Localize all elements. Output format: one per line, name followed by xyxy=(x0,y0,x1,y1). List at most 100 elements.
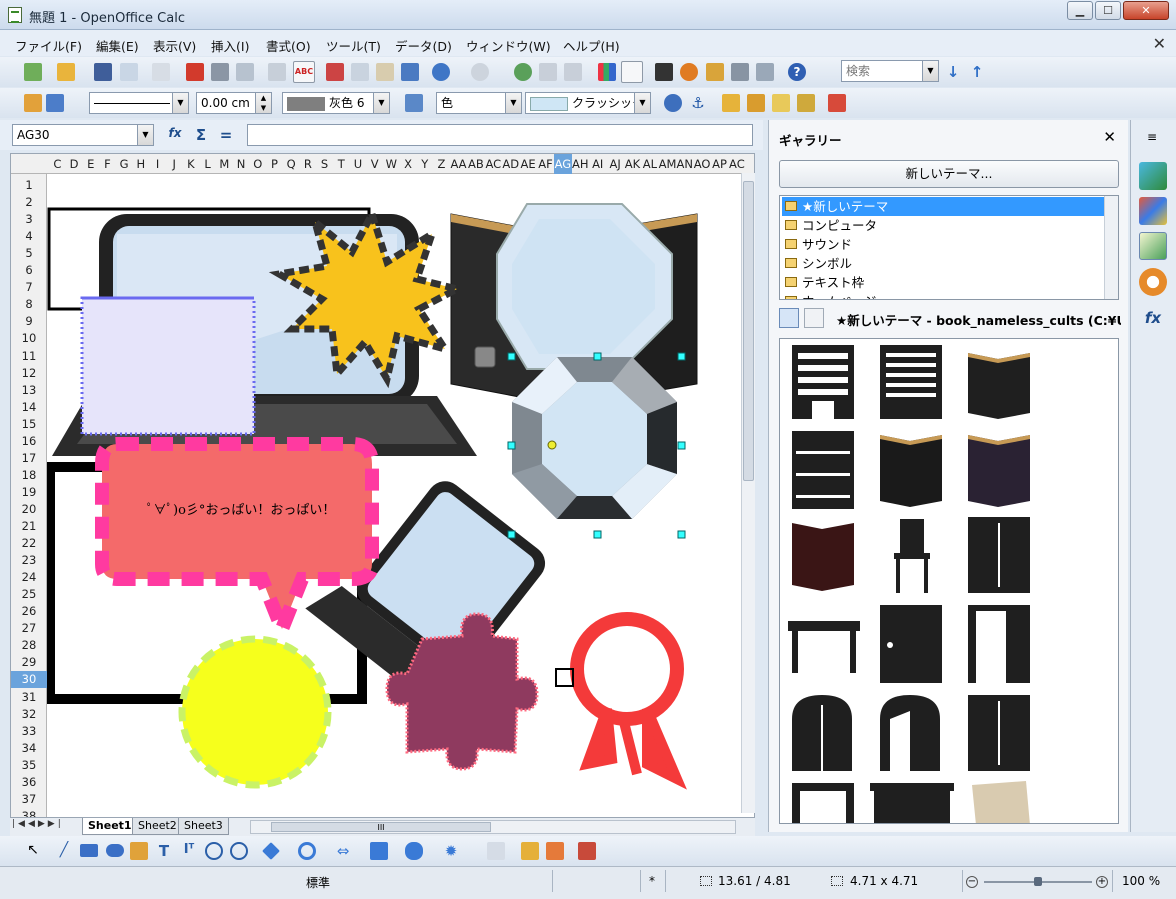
menu-help[interactable]: ヘルプ(H) xyxy=(563,36,620,55)
row-header-cell[interactable]: 38 xyxy=(11,808,47,817)
flowchart-icon[interactable] xyxy=(370,842,388,860)
column-header-cell[interactable]: P xyxy=(266,157,283,171)
area-fill-dropdown-icon[interactable]: ▼ xyxy=(634,93,650,113)
column-header-cell[interactable]: AC xyxy=(485,157,502,171)
drawing-canvas[interactable]: ﾟ∀ﾟ)o彡°おっぱい！おっぱい！ xyxy=(47,174,742,817)
zoom-slider-thumb[interactable] xyxy=(1034,877,1042,886)
copy-icon[interactable] xyxy=(351,63,369,81)
zoom-out-icon[interactable]: − xyxy=(966,876,978,888)
row-header-cell[interactable]: 11 xyxy=(11,348,47,365)
yellow-circle[interactable] xyxy=(178,635,332,789)
styles-icon[interactable] xyxy=(1139,197,1167,225)
menu-data[interactable]: データ(D) xyxy=(395,36,452,55)
gallery-icon[interactable] xyxy=(706,63,724,81)
search-input[interactable]: 検索 ▼ xyxy=(841,60,939,82)
icon-view-icon[interactable] xyxy=(779,308,799,328)
tab-sheet1[interactable]: Sheet1 xyxy=(82,818,138,835)
alignment-icon[interactable] xyxy=(828,94,846,112)
row-header-cell[interactable]: 17 xyxy=(11,450,47,467)
menu-tools[interactable]: ツール(T) xyxy=(326,36,381,55)
horizontal-scrollbar[interactable]: III xyxy=(250,820,736,834)
find-replace-icon[interactable] xyxy=(655,63,673,81)
menu-format[interactable]: 書式(O) xyxy=(266,36,311,55)
theme-list-item[interactable]: コンピュータ xyxy=(782,216,1104,235)
row-header-cell[interactable]: 16 xyxy=(11,433,47,450)
column-header-cell[interactable]: C xyxy=(49,157,66,171)
arrow-style-icon[interactable] xyxy=(46,94,64,112)
row-header-cell[interactable]: 12 xyxy=(11,365,47,382)
formula-input[interactable] xyxy=(247,124,753,146)
line-color-dropdown-icon[interactable]: ▼ xyxy=(373,93,389,113)
row-header-cell[interactable]: 36 xyxy=(11,774,47,791)
menu-view[interactable]: 表示(V) xyxy=(153,36,196,55)
name-box-dropdown-icon[interactable]: ▼ xyxy=(137,125,153,145)
close-document-icon[interactable]: ✕ xyxy=(1153,34,1166,53)
tab-sheet3[interactable]: Sheet3 xyxy=(178,818,229,835)
row-header-cell[interactable]: 29 xyxy=(11,654,47,671)
basic-shapes-icon[interactable] xyxy=(262,842,280,860)
email-icon[interactable] xyxy=(120,63,138,81)
column-header-cell[interactable]: AI xyxy=(589,157,606,171)
theme-list-item[interactable]: サウンド xyxy=(782,235,1104,254)
send-to-back-icon[interactable] xyxy=(747,94,765,112)
theme-list[interactable]: ★新しいテーマコンピュータサウンドシンボルテキスト枠ホームページ xyxy=(779,195,1119,300)
row-header-cell[interactable]: 23 xyxy=(11,552,47,569)
row-header-cell[interactable]: 10 xyxy=(11,330,47,347)
new-document-icon[interactable] xyxy=(24,63,42,81)
ribbon-seal[interactable] xyxy=(570,612,687,790)
row-header-cell[interactable]: 33 xyxy=(11,723,47,740)
row-header-cell[interactable]: 3 xyxy=(11,211,47,228)
detail-view-icon[interactable] xyxy=(804,308,824,328)
edit-file-icon[interactable] xyxy=(152,63,170,81)
row-header-cell[interactable]: 32 xyxy=(11,706,47,723)
find-next-icon[interactable]: ↓ xyxy=(944,63,962,81)
find-previous-icon[interactable]: ↑ xyxy=(968,63,986,81)
navigator-icon[interactable] xyxy=(680,63,698,81)
column-header-cell[interactable]: N xyxy=(233,157,250,171)
area-style-select[interactable]: 色 ▼ xyxy=(436,92,522,114)
gallery-close-icon[interactable]: ✕ xyxy=(1103,128,1116,146)
line-tool-icon[interactable]: ╱ xyxy=(55,842,73,860)
column-header-cell[interactable]: E xyxy=(82,157,99,171)
area-style-dropdown-icon[interactable]: ▼ xyxy=(505,93,521,113)
column-header-cell[interactable]: J xyxy=(166,157,183,171)
row-header-cell[interactable]: 13 xyxy=(11,382,47,399)
selected-octagon[interactable] xyxy=(512,357,677,519)
tab-sheet2[interactable]: Sheet2 xyxy=(132,818,183,835)
stars-icon[interactable]: ✹ xyxy=(442,842,460,860)
row-header-cell[interactable]: 21 xyxy=(11,518,47,535)
maximize-button[interactable]: ☐ xyxy=(1095,1,1121,20)
help-icon[interactable]: ? xyxy=(788,63,806,81)
sort-ascending-icon[interactable] xyxy=(539,63,557,81)
functions-deck-icon[interactable]: fx xyxy=(1139,304,1167,332)
zoom-in-icon[interactable]: + xyxy=(1096,876,1108,888)
column-header-cell[interactable]: T xyxy=(333,157,350,171)
column-header-cell[interactable]: H xyxy=(133,157,150,171)
row-header-cell[interactable]: 31 xyxy=(11,689,47,706)
row-header-cell[interactable]: 1 xyxy=(11,177,47,194)
line-color-select[interactable]: 灰色 6 ▼ xyxy=(282,92,390,114)
column-header-cell[interactable]: O xyxy=(249,157,266,171)
fontwork-icon[interactable] xyxy=(521,842,539,860)
column-header-cell[interactable]: G xyxy=(116,157,133,171)
rotate-icon[interactable] xyxy=(664,94,682,112)
horizontal-scroll-thumb[interactable]: III xyxy=(271,822,491,832)
column-header-cell[interactable]: AN xyxy=(676,157,693,171)
sheet-nav-icons[interactable]: |◀◀▶▶| xyxy=(12,819,64,829)
column-header-cell[interactable]: I xyxy=(149,157,166,171)
search-dropdown-icon[interactable]: ▼ xyxy=(922,61,938,81)
column-header-cell[interactable]: AE xyxy=(519,157,536,171)
lavender-rect[interactable] xyxy=(80,296,256,436)
sum-icon[interactable]: Σ xyxy=(192,126,210,144)
text-tool-icon[interactable]: T xyxy=(155,842,173,860)
ellipse-tool-icon[interactable] xyxy=(106,844,124,857)
select-icon[interactable]: ↖ xyxy=(24,842,42,860)
redo-icon[interactable] xyxy=(471,63,489,81)
extrusion-icon[interactable] xyxy=(578,842,596,860)
vertical-text-icon[interactable]: Iᵀ xyxy=(180,842,198,860)
autospellcheck-icon[interactable]: ABC xyxy=(293,61,315,83)
properties-icon[interactable] xyxy=(1139,162,1167,190)
new-theme-button[interactable]: 新しいテーマ... xyxy=(779,160,1119,188)
column-header-cell[interactable]: L xyxy=(199,157,216,171)
theme-list-item[interactable]: ★新しいテーマ xyxy=(782,197,1104,216)
